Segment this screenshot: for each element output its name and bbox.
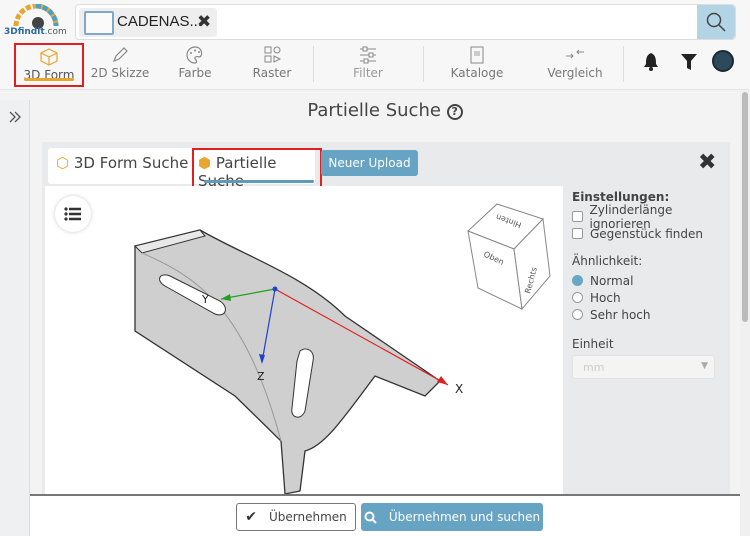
radio-sehr-hoch[interactable]: Sehr hoch xyxy=(572,306,730,323)
tool-kataloge[interactable]: Kataloge xyxy=(442,43,512,87)
tab-bar: ⬡ 3D Form Suche ⬢ Partielle Suche xyxy=(48,148,322,190)
scrollbar-thumb[interactable] xyxy=(742,92,748,322)
folder-icon xyxy=(84,11,114,35)
partial-cube-icon: ⬢ xyxy=(198,154,212,172)
palette-icon xyxy=(186,46,203,64)
tab-3d-form-suche[interactable]: ⬡ 3D Form Suche xyxy=(56,154,188,172)
radio-normal[interactable]: Normal xyxy=(572,272,730,289)
sliders-icon xyxy=(360,46,376,64)
dropdown-arrow-icon: ▼ xyxy=(701,361,708,371)
catalog-icon xyxy=(470,46,484,64)
question-circle-icon[interactable]: ? xyxy=(446,104,463,120)
search-icon xyxy=(364,511,377,524)
close-icon[interactable]: ✖ xyxy=(197,12,211,32)
logo-text: 3Dfindit.com xyxy=(4,27,67,37)
checkbox-zylinderlaenge[interactable]: Zylinderlänge ignorieren xyxy=(572,203,730,231)
search-chip[interactable]: CADENAS... ✖ xyxy=(79,8,217,37)
x-axis-label: X xyxy=(455,382,463,396)
avatar[interactable] xyxy=(712,50,734,72)
similarity-label: Ähnlichkeit: xyxy=(572,254,643,268)
bell-icon[interactable] xyxy=(642,52,660,72)
page-title: Partielle Suche ? xyxy=(30,100,740,121)
model-view: X Y Z Hinten Oben Rechts xyxy=(134,203,551,495)
footer-bar: ✔ Übernehmen Übernehmen und suchen xyxy=(30,494,740,536)
tool-vergleich[interactable]: Vergleich xyxy=(540,43,610,87)
header: 3Dfindit.com CADENAS... ✖ xyxy=(0,0,750,40)
3d-viewer[interactable]: X Y Z Hinten Oben Rechts xyxy=(45,186,563,495)
search-button[interactable] xyxy=(697,5,735,39)
unit-select[interactable]: mm ▼ xyxy=(572,355,715,379)
sidebar xyxy=(0,100,30,536)
radio-hoch[interactable]: Hoch xyxy=(572,289,730,306)
settings-panel: Einstellungen: Zylinderlänge ignorieren … xyxy=(572,186,730,379)
part-body xyxy=(134,229,442,495)
z-axis-label: Z xyxy=(257,370,265,383)
tool-filter[interactable]: Filter xyxy=(333,43,403,87)
search-icon xyxy=(706,12,726,32)
compare-icon xyxy=(566,49,584,59)
pencil-icon xyxy=(112,47,128,63)
tool-farbe[interactable]: Farbe xyxy=(160,43,230,87)
search-box[interactable]: CADENAS... ✖ xyxy=(75,4,736,40)
apply-button[interactable]: ✔ Übernehmen xyxy=(236,503,356,531)
check-icon: ✔ xyxy=(245,509,257,525)
view-cube[interactable]: Hinten Oben Rechts xyxy=(467,203,551,311)
tool-raster[interactable]: Raster xyxy=(237,43,307,87)
filter-icon[interactable] xyxy=(680,53,698,71)
new-upload-button[interactable]: Neuer Upload xyxy=(321,150,418,176)
chip-label: CADENAS... xyxy=(117,13,203,30)
tool-3d-form[interactable]: 3D Form xyxy=(14,43,84,87)
toolbar: 3D Form 2D Skizze Farbe Raster Filter Ka… xyxy=(0,40,750,90)
cube-icon xyxy=(40,48,58,66)
double-chevron-right-icon[interactable] xyxy=(8,110,22,124)
close-icon[interactable]: ✖ xyxy=(698,150,716,175)
scrollbar[interactable] xyxy=(740,90,750,536)
apply-and-search-button[interactable]: Übernehmen und suchen xyxy=(361,503,543,531)
tab-partielle-suche[interactable]: ⬢ Partielle Suche xyxy=(192,148,322,190)
y-axis-label: Y xyxy=(201,293,209,306)
unit-label: Einheit xyxy=(572,337,614,351)
tool-2d-skizze[interactable]: 2D Skizze xyxy=(85,43,155,87)
search-panel: ⬡ 3D Form Suche ⬢ Partielle Suche Neuer … xyxy=(42,142,730,495)
shapes-icon xyxy=(264,46,282,63)
